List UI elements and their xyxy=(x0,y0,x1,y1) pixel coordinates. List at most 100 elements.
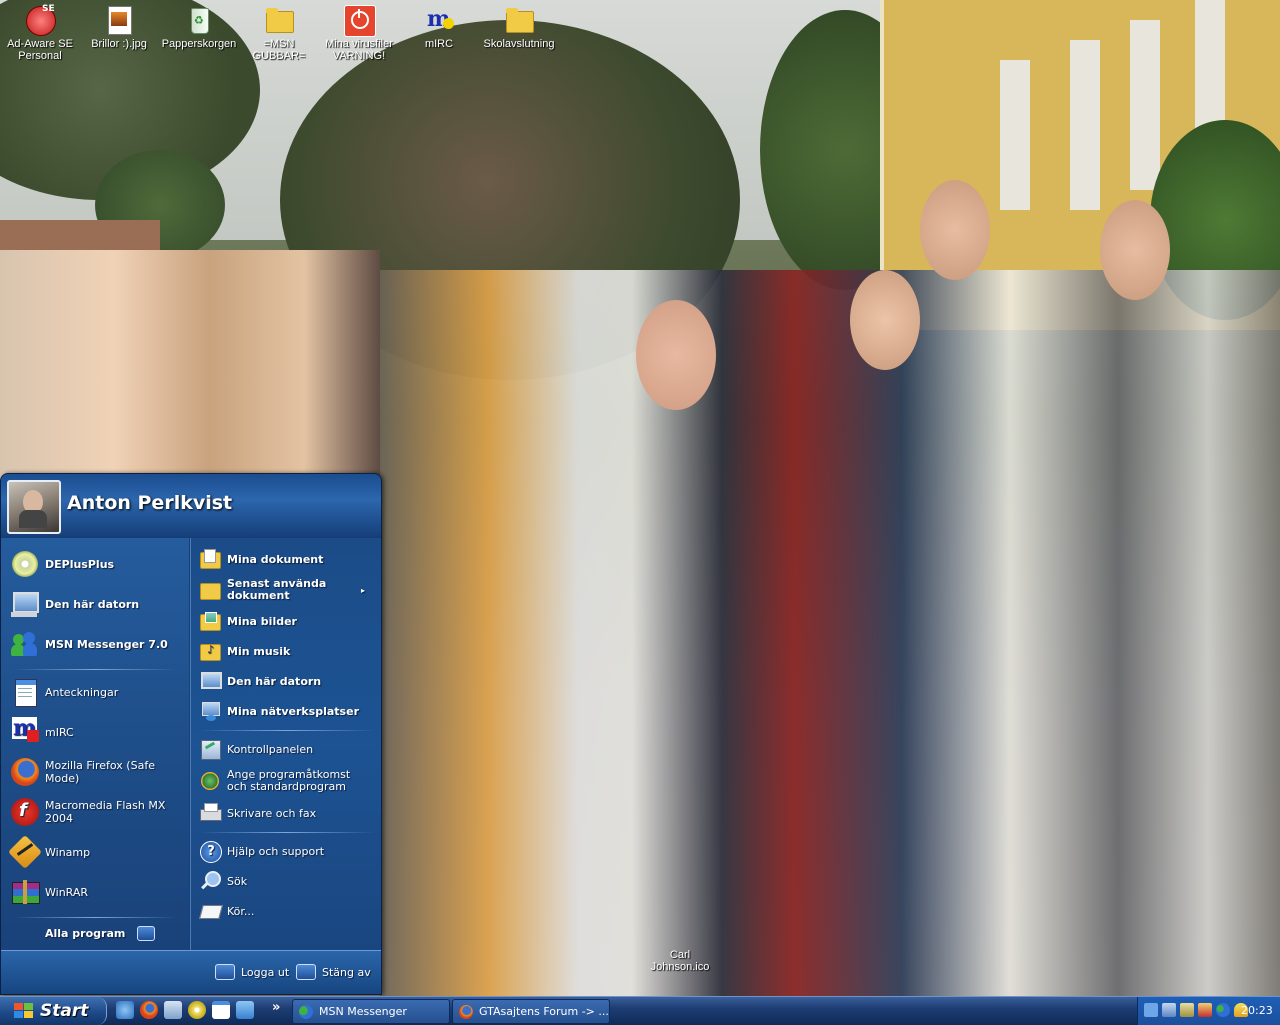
quicklaunch-firefox-icon[interactable] xyxy=(140,1001,158,1019)
pinned-item-label: DEPlusPlus xyxy=(45,557,115,571)
folder-icon xyxy=(263,4,295,36)
quicklaunch-notepad-icon[interactable] xyxy=(212,1001,230,1019)
settings-item-skrivare[interactable]: Skrivare och fax xyxy=(199,800,375,826)
separator xyxy=(13,917,177,918)
logoff-button[interactable]: Logga ut xyxy=(215,961,289,983)
start-menu-left-column: DEPlusPlus Den här datorn MSN Messenger … xyxy=(1,538,189,950)
wallpaper-crowd xyxy=(380,270,1280,996)
desktop-icon-label: Brillor :).jpg xyxy=(91,38,147,50)
control-panel-icon xyxy=(199,738,221,760)
places-item-label: Den här datorn xyxy=(227,674,322,688)
mixer-tray-icon[interactable] xyxy=(1180,1003,1194,1017)
desktop-icon-label: Skolavslutning xyxy=(483,38,555,50)
desktop-icon-label: mIRC xyxy=(424,38,454,50)
places-item-mina-bilder[interactable]: Mina bilder xyxy=(199,608,375,634)
recent-item-label: Mozilla Firefox (Safe Mode) xyxy=(45,759,155,785)
desktop-icon-brillor[interactable]: Brillor :).jpg xyxy=(81,2,157,50)
recent-item-winrar[interactable]: WinRAR xyxy=(9,874,185,910)
wallpaper-face xyxy=(850,270,920,370)
recent-item-winamp[interactable]: Winamp xyxy=(8,834,185,870)
taskbar-button-msn[interactable]: MSN Messenger xyxy=(292,999,450,1024)
help-item[interactable]: ? Hjälp och support xyxy=(199,838,375,864)
desktop-icon-virusfiler[interactable]: Mina virusfiler VARNING! xyxy=(321,2,397,62)
avatar[interactable] xyxy=(7,480,61,534)
recycle-bin-icon: ♻ xyxy=(183,4,215,36)
shutdown-label: Stäng av xyxy=(322,965,371,979)
settings-item-programatkomst[interactable]: Ange programåtkomst och standardprogram xyxy=(199,766,375,796)
printer-icon xyxy=(199,802,222,824)
music-folder-icon: ♪ xyxy=(199,640,221,662)
recent-item-anteckningar[interactable]: Anteckningar xyxy=(9,674,185,710)
taskbar-button-label: GTAsajtens Forum -> ... xyxy=(479,1005,609,1018)
desktop-icon-recycle-bin[interactable]: ♻ Papperskorgen xyxy=(161,2,237,50)
recent-item-flash[interactable]: f Macromedia Flash MX 2004 xyxy=(9,794,185,830)
wallpaper-crowd-left xyxy=(0,250,380,480)
places-item-mina-dokument[interactable]: Mina dokument xyxy=(199,546,375,572)
settings-item-kontrollpanelen[interactable]: Kontrollpanelen xyxy=(199,736,375,762)
pinned-item-deplusplus[interactable]: DEPlusPlus xyxy=(9,546,185,582)
msn-tray-icon[interactable] xyxy=(1216,1003,1230,1017)
places-item-label: Min musik xyxy=(227,644,291,658)
desktop-icon-skolavslutning[interactable]: Skolavslutning xyxy=(481,2,557,50)
computer-icon xyxy=(199,670,222,692)
pinned-item-msn[interactable]: MSN Messenger 7.0 xyxy=(9,626,185,662)
notepad-icon xyxy=(9,676,41,708)
security-tray-icon[interactable] xyxy=(1198,1003,1212,1017)
start-menu-right-column: Mina dokument Senast använda dokument ▸ … xyxy=(190,538,381,950)
recent-item-firefox[interactable]: Mozilla Firefox (Safe Mode) xyxy=(9,754,185,790)
places-item-label: Mina nätverksplatser xyxy=(227,704,359,718)
windows-logo-icon xyxy=(14,1003,34,1019)
quicklaunch-media-icon[interactable] xyxy=(188,1001,206,1019)
all-programs-button[interactable]: Alla program xyxy=(45,922,165,944)
places-item-den-har-datorn[interactable]: Den här datorn xyxy=(199,668,375,694)
all-programs-label: Alla program xyxy=(45,926,126,940)
pinned-item-computer[interactable]: Den här datorn xyxy=(9,586,185,622)
image-file-icon xyxy=(103,4,135,36)
wallpaper-window xyxy=(1000,60,1030,210)
desktop-icon-mirc[interactable]: m mIRC xyxy=(401,2,477,50)
winrar-icon xyxy=(9,876,41,908)
wallpaper-face xyxy=(636,300,716,410)
help-item-label: Hjälp och support xyxy=(227,844,325,858)
quicklaunch-desktop-icon[interactable] xyxy=(236,1001,254,1019)
start-button[interactable]: Start xyxy=(0,997,107,1025)
separator xyxy=(199,832,375,833)
program-access-icon xyxy=(199,770,221,792)
logoff-label: Logga ut xyxy=(241,965,290,979)
shutdown-button[interactable]: Stäng av xyxy=(296,961,371,983)
desktop-icon-msn-gubbar[interactable]: =MSN GUBBAR= xyxy=(241,2,317,62)
search-item[interactable]: Sök xyxy=(199,868,375,894)
places-item-natverksplatser[interactable]: Mina nätverksplatser xyxy=(199,698,375,724)
pictures-folder-icon xyxy=(199,610,221,632)
places-item-label: Senast använda dokument xyxy=(227,577,327,602)
recent-item-label: WinRAR xyxy=(45,885,89,899)
quicklaunch-ie-icon[interactable] xyxy=(116,1001,134,1019)
start-label: Start xyxy=(40,1001,89,1021)
desktop-icon-ad-aware[interactable]: SE Ad-Aware SE Personal xyxy=(2,2,78,62)
places-item-senast[interactable]: Senast använda dokument ▸ xyxy=(199,576,375,604)
mirc-icon: m xyxy=(9,716,41,748)
clock[interactable]: 20:23 xyxy=(1241,1004,1273,1017)
taskbar: Start » MSN Messenger GTAsajtens Forum -… xyxy=(0,996,1280,1025)
network-tray-icon[interactable] xyxy=(1144,1003,1158,1017)
quicklaunch-chevron[interactable]: » xyxy=(272,1000,280,1015)
cd-icon xyxy=(9,548,41,580)
places-item-label: Mina bilder xyxy=(227,614,297,628)
folder-icon xyxy=(503,4,535,36)
taskbar-button-firefox[interactable]: GTAsajtens Forum -> ... xyxy=(452,999,610,1024)
quicklaunch-computer-icon[interactable] xyxy=(164,1001,182,1019)
power-icon xyxy=(296,964,316,980)
search-icon xyxy=(199,870,221,892)
desktop-icon-label: Papperskorgen xyxy=(161,38,237,50)
submenu-arrow-icon: ▸ xyxy=(361,585,366,595)
firefox-icon xyxy=(9,756,41,788)
places-item-min-musik[interactable]: ♪ Min musik xyxy=(199,638,375,664)
display-tray-icon[interactable] xyxy=(1162,1003,1176,1017)
separator xyxy=(199,730,375,731)
separator xyxy=(13,669,177,670)
desktop-icon-label: Mina virusfiler VARNING! xyxy=(325,38,393,62)
run-item[interactable]: Kör... xyxy=(199,898,375,924)
wallpaper-face xyxy=(1100,200,1170,300)
recent-item-mirc[interactable]: m mIRC xyxy=(9,714,185,750)
desktop-icon-carl-johnson[interactable]: Carl Johnson.ico xyxy=(642,949,718,973)
